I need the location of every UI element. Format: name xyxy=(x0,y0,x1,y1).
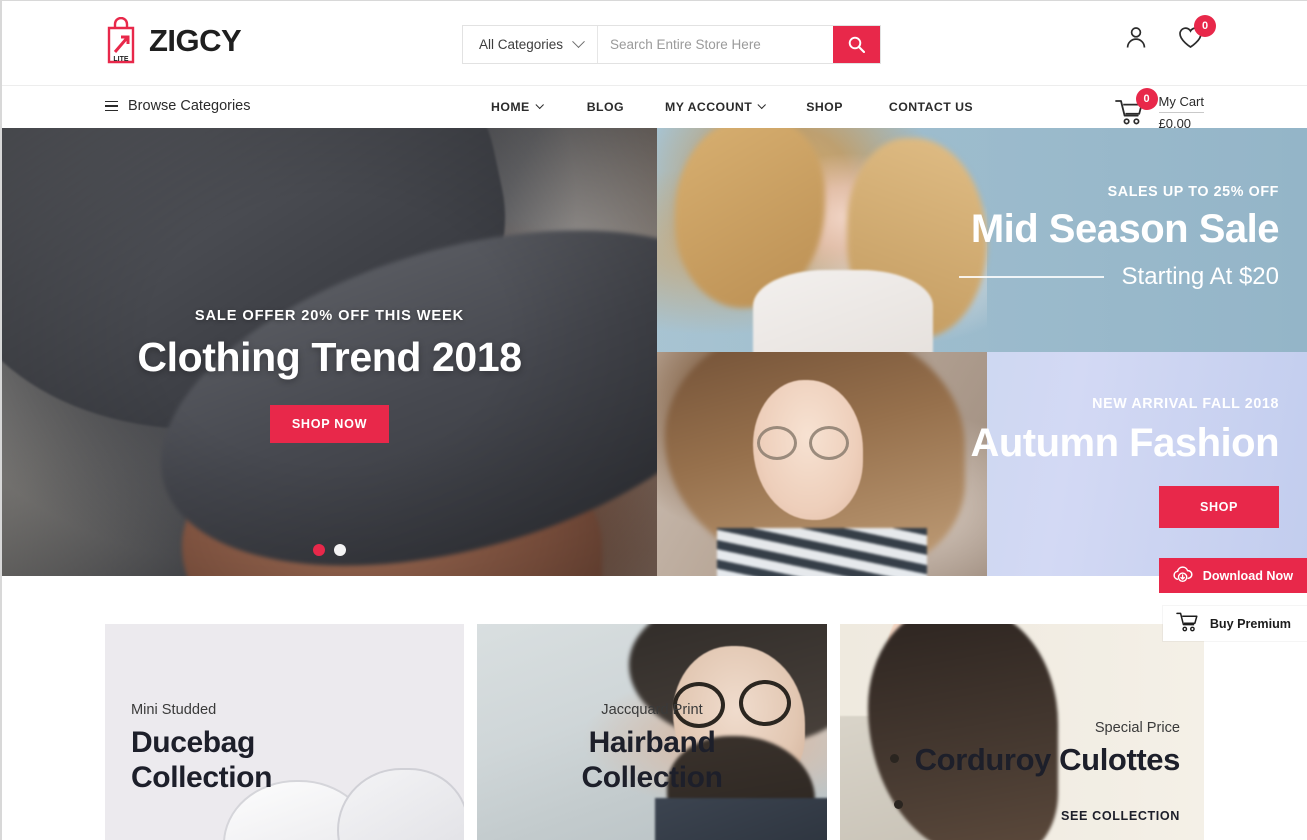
promo-bottom-shop-button[interactable]: SHOP xyxy=(1159,486,1279,528)
svg-text:LITE: LITE xyxy=(113,56,128,63)
promo-bottom-glasses-left-shape xyxy=(757,426,797,460)
category-cards-section: Mini Studded Ducebag Collection Jaccquar… xyxy=(2,576,1307,840)
account-icon[interactable] xyxy=(1124,25,1148,55)
cart-title[interactable]: My Cart xyxy=(1158,94,1204,113)
promo-banner-mid-season[interactable]: SALES UP TO 25% OFF Mid Season Sale Star… xyxy=(657,128,1307,352)
menu-item-my-account[interactable]: MY ACCOUNT xyxy=(665,100,767,114)
carousel-dot-1[interactable] xyxy=(313,544,325,556)
buy-premium-label: Buy Premium xyxy=(1209,616,1291,631)
menu-item-home[interactable]: HOME xyxy=(491,100,544,114)
card-title-line-2: Collection xyxy=(581,761,723,795)
card-text-group: Mini Studded Ducebag Collection xyxy=(105,624,464,796)
hero-shop-now-button[interactable]: SHOP NOW xyxy=(270,405,389,443)
category-select-label: All Categories xyxy=(479,37,564,52)
promo-banner-autumn-fashion[interactable]: NEW ARRIVAL FALL 2018 Autumn Fashion SHO… xyxy=(657,352,1307,576)
promo-top-kicker: SALES UP TO 25% OFF xyxy=(1107,184,1279,200)
hero-slide-content: SALE OFFER 20% OFF THIS WEEK Clothing Tr… xyxy=(2,308,657,443)
cart-count-badge: 0 xyxy=(1135,88,1158,110)
category-card-corduroy-culottes[interactable]: Special Price Corduroy Culottes SEE COLL… xyxy=(840,624,1204,840)
card-kicker: Special Price xyxy=(1094,720,1180,736)
promo-top-photo xyxy=(657,128,987,352)
menu-item-shop-label: SHOP xyxy=(806,100,843,114)
card-text-group: Special Price Corduroy Culottes SEE COLL… xyxy=(840,624,1204,823)
main-navbar: Browse Categories HOME BLOG MY ACCOUNT S… xyxy=(2,85,1307,131)
promo-bottom-striped-top-shape xyxy=(717,528,927,576)
promo-top-content: SALES UP TO 25% OFF Mid Season Sale Star… xyxy=(958,184,1280,291)
promo-bottom-photo xyxy=(657,352,987,576)
wishlist-icon[interactable]: 0 xyxy=(1178,15,1216,54)
promo-top-title: Mid Season Sale xyxy=(970,207,1280,251)
search-button[interactable] xyxy=(833,26,880,63)
logo-wordmark: ZIGCY xyxy=(149,23,242,58)
carousel-dot-2[interactable] xyxy=(334,544,346,556)
promo-bottom-content: NEW ARRIVAL FALL 2018 Autumn Fashion SHO… xyxy=(970,396,1279,528)
promo-top-face-shape xyxy=(779,150,875,278)
menu-item-contact-us[interactable]: CONTACT US xyxy=(889,100,973,114)
card-title-line-1: Hairband xyxy=(588,726,716,759)
promo-top-subtitle: Starting At $20 xyxy=(1121,263,1279,290)
menu-item-home-label: HOME xyxy=(491,100,530,114)
browse-categories-label: Browse Categories xyxy=(128,98,251,114)
hero-carousel: SALE OFFER 20% OFF THIS WEEK Clothing Tr… xyxy=(2,128,657,576)
chevron-down-icon xyxy=(572,35,585,49)
cart-icon xyxy=(1176,612,1199,635)
zigcy-bag-logo-icon: LITE xyxy=(102,17,140,65)
card-kicker: Mini Studded xyxy=(131,702,217,718)
card-title-line-1: Corduroy Culottes xyxy=(914,742,1181,777)
promo-bottom-glasses-right-shape xyxy=(809,426,849,460)
promo-bottom-title: Autumn Fashion xyxy=(970,421,1279,465)
card-title: Hairband Collection xyxy=(477,725,827,796)
search-input[interactable] xyxy=(598,26,833,63)
category-card-ducebag[interactable]: Mini Studded Ducebag Collection xyxy=(105,624,464,840)
menu-item-shop[interactable]: SHOP xyxy=(806,100,843,114)
hamburger-icon xyxy=(105,100,118,112)
chevron-down-icon xyxy=(757,100,767,110)
menu-item-blog[interactable]: BLOG xyxy=(587,100,624,114)
cloud-download-icon xyxy=(1172,565,1193,586)
card-title: Ducebag Collection xyxy=(131,725,464,796)
wishlist-count-badge: 0 xyxy=(1194,15,1216,37)
cart-block[interactable]: 0 My Cart £0.00 xyxy=(1114,88,1204,131)
primary-menu: HOME BLOG MY ACCOUNT SHOP CONTACT US xyxy=(491,100,973,114)
hero-promo-column: SALES UP TO 25% OFF Mid Season Sale Star… xyxy=(657,128,1307,576)
search-icon xyxy=(848,36,865,53)
card-model-collar-shape xyxy=(655,798,827,840)
browse-categories-button[interactable]: Browse Categories xyxy=(105,98,251,114)
card-see-collection-link[interactable]: SEE COLLECTION xyxy=(840,809,1180,823)
hero-title: Clothing Trend 2018 xyxy=(137,334,522,380)
promo-top-subtitle-row: Starting At $20 xyxy=(958,263,1279,291)
site-logo[interactable]: LITE ZIGCY xyxy=(102,17,242,65)
download-now-widget[interactable]: Download Now xyxy=(1158,558,1307,593)
menu-item-my-account-label: MY ACCOUNT xyxy=(665,100,753,114)
card-text-group: Jaccquard Print Hairband Collection xyxy=(477,624,827,796)
promo-bottom-kicker: NEW ARRIVAL FALL 2018 xyxy=(1092,396,1279,412)
chevron-down-icon xyxy=(535,100,544,110)
buy-premium-widget[interactable]: Buy Premium xyxy=(1162,606,1307,641)
cart-icon[interactable]: 0 xyxy=(1114,88,1158,131)
header-top: LITE ZIGCY All Categories Search Entire … xyxy=(2,1,1307,85)
hero-section: SALE OFFER 20% OFF THIS WEEK Clothing Tr… xyxy=(2,128,1307,641)
category-cards-row: Mini Studded Ducebag Collection Jaccquar… xyxy=(105,624,1204,840)
search-bar: All Categories xyxy=(462,25,881,64)
page-root: LITE ZIGCY All Categories Search Entire … xyxy=(0,0,1307,840)
download-now-label: Download Now xyxy=(1202,568,1293,583)
carousel-dots xyxy=(2,544,657,556)
category-select[interactable]: All Categories xyxy=(463,26,598,63)
menu-item-blog-label: BLOG xyxy=(586,100,625,114)
promo-top-rule xyxy=(958,276,1104,278)
card-kicker: Jaccquard Print xyxy=(601,702,703,718)
card-title: Corduroy Culottes xyxy=(840,742,1181,779)
card-title-line-1: Ducebag xyxy=(131,726,255,759)
header-icon-group: 0 xyxy=(1124,15,1216,55)
cart-text-group: My Cart £0.00 xyxy=(1158,89,1204,131)
promo-top-body-shape xyxy=(753,270,933,352)
hero-kicker: SALE OFFER 20% OFF THIS WEEK xyxy=(194,308,465,324)
category-card-hairband[interactable]: Jaccquard Print Hairband Collection xyxy=(477,624,827,840)
menu-item-contact-us-label: CONTACT US xyxy=(888,100,974,114)
card-title-line-2: Collection xyxy=(131,761,273,795)
